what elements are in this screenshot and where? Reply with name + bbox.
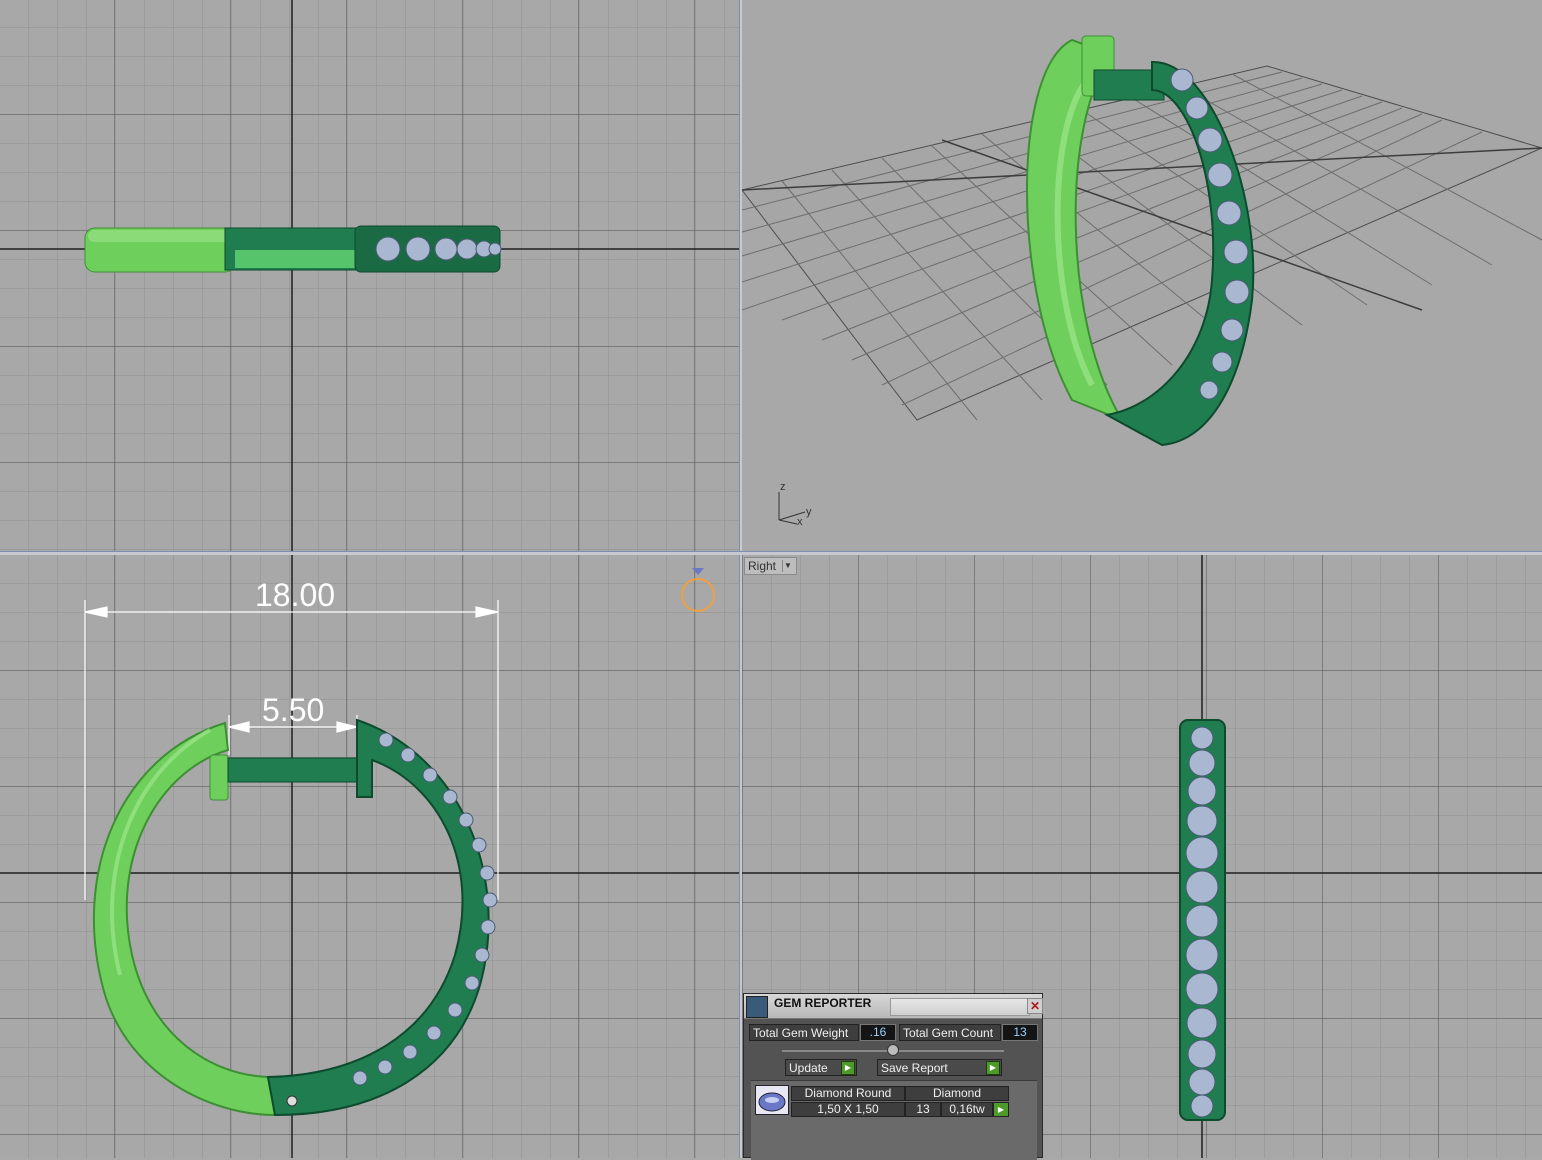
play-icon: ▶ — [997, 1105, 1005, 1114]
top-grid — [0, 0, 739, 551]
gem-reporter-drag-bar[interactable] — [890, 998, 1030, 1016]
gem-table: Diamond Round Diamond 1,50 X 1,50 13 0,1… — [751, 1080, 1037, 1160]
viewport-splitter-horizontal[interactable] — [0, 551, 1542, 555]
slider-knob[interactable] — [887, 1044, 899, 1056]
gem-reporter-titlebar[interactable]: GEM REPORTER ✕ — [744, 994, 1043, 1019]
front-viewport[interactable]: 18.00 5.50 — [0, 555, 739, 1158]
save-report-button[interactable]: Save Report ▶ — [877, 1059, 1002, 1076]
gem-size-cell: 1,50 X 1,50 — [791, 1102, 905, 1117]
gem-shape-cell: Diamond Round — [791, 1086, 905, 1101]
update-button[interactable]: Update ▶ — [785, 1059, 857, 1076]
viewport-splitter-vertical[interactable] — [739, 0, 742, 1158]
perspective-grid: z y x — [742, 35, 1542, 528]
dimension-overall-label: 18.00 — [255, 577, 336, 613]
gem-reporter-icon — [746, 996, 768, 1018]
earring-top-model[interactable] — [84, 225, 502, 273]
viewport-name-label: Right — [748, 559, 777, 573]
gem-weight-cell: 0,16tw — [941, 1102, 993, 1117]
total-gem-weight-label: Total Gem Weight — [749, 1024, 859, 1041]
save-report-button-label: Save Report — [881, 1061, 948, 1075]
viewport-name-dropdown[interactable]: Right ▼ — [744, 557, 798, 575]
dimension-opening-label: 5.50 — [262, 692, 325, 728]
gem-count-cell: 13 — [905, 1102, 941, 1117]
play-icon[interactable]: ▶ — [841, 1061, 855, 1075]
gem-material-cell: Diamond — [905, 1086, 1009, 1101]
row-action-button[interactable]: ▶ — [993, 1102, 1009, 1117]
close-icon[interactable]: ✕ — [1027, 998, 1043, 1014]
diamond-thumbnail-icon — [755, 1085, 789, 1115]
top-viewport[interactable] — [0, 0, 739, 551]
axis-x-label: x — [797, 516, 803, 528]
chevron-down-icon[interactable]: ▼ — [782, 560, 793, 572]
earring-right-model[interactable] — [1179, 719, 1226, 1121]
gem-reporter-title: GEM REPORTER — [774, 996, 872, 1010]
gem-reporter-panel[interactable]: GEM REPORTER ✕ Total Gem Weight .16 Tota… — [743, 993, 1043, 1160]
total-gem-count-value: 13 — [1002, 1024, 1038, 1041]
total-gem-weight-value: .16 — [860, 1024, 896, 1041]
axis-z-label: z — [780, 481, 786, 493]
play-icon[interactable]: ▶ — [986, 1061, 1000, 1075]
total-gem-count-label: Total Gem Count — [899, 1024, 1001, 1041]
perspective-viewport[interactable]: z y x — [742, 0, 1542, 551]
axis-y-label: y — [806, 506, 812, 518]
front-grid — [0, 555, 739, 1158]
update-button-label: Update — [789, 1061, 828, 1075]
